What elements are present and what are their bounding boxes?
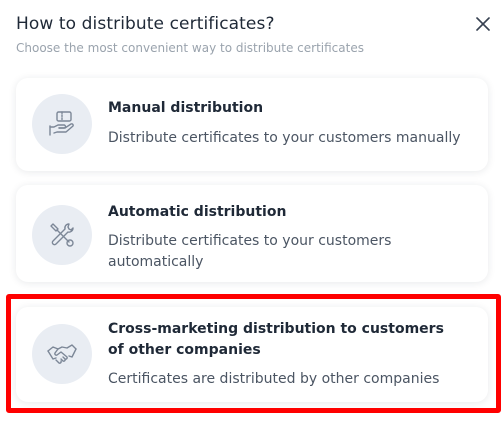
option-title: Manual distribution: [108, 100, 264, 116]
option-manual-distribution[interactable]: Manual distribution Distribute certifica…: [16, 78, 488, 171]
option-description: Certificates are distributed by other co…: [108, 371, 440, 387]
option-automatic-distribution[interactable]: Automatic distribution Distribute certif…: [16, 185, 488, 282]
option-cross-marketing-distribution[interactable]: Cross-marketing distribution to customer…: [16, 307, 488, 402]
dialog-subtitle: Choose the most convenient way to distri…: [16, 41, 364, 55]
dialog-title: How to distribute certificates?: [16, 14, 275, 34]
close-icon: [476, 17, 490, 31]
option-icon-container: [32, 324, 92, 384]
option-title: Cross-marketing distribution to customer…: [108, 321, 444, 358]
close-button[interactable]: [470, 11, 496, 37]
tools-icon: [50, 223, 74, 247]
handshake-icon: [47, 344, 77, 364]
hand-ticket-icon: [49, 111, 74, 136]
option-description: Distribute certificates to your customer…: [108, 130, 461, 146]
distribution-dialog: How to distribute certificates? Choose t…: [0, 0, 503, 438]
option-icon-container: [32, 94, 92, 154]
option-icon-container: [32, 205, 92, 265]
option-description: Distribute certificates to your customer…: [108, 233, 392, 270]
option-title: Automatic distribution: [108, 204, 287, 220]
